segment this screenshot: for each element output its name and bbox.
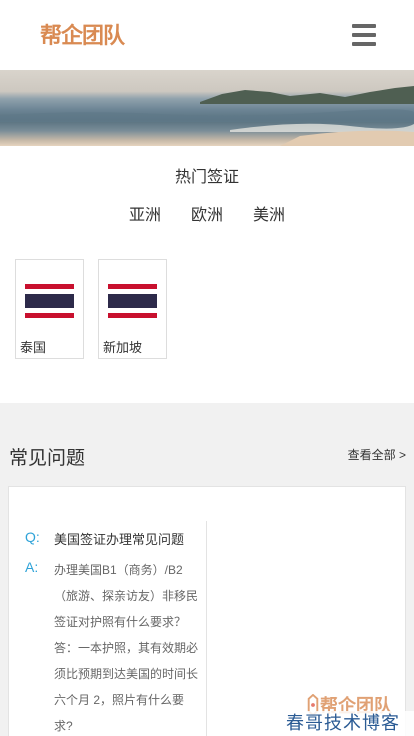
country-card-thailand[interactable]: 泰国 <box>15 259 84 359</box>
tab-europe[interactable]: 欧洲 <box>191 206 223 226</box>
hot-visa-title: 热门签证 <box>174 169 239 186</box>
question-tag: Q: <box>25 529 40 545</box>
faq-section: 常见问题 查看全部 > Q: 美国签证办理常见问题 A: 办理美国B1（商务）/… <box>0 403 414 736</box>
watermark-text: 春哥技术博客 <box>272 711 414 736</box>
faq-divider <box>206 521 207 736</box>
region-tabs: 亚洲 欧洲 美洲 <box>0 206 414 226</box>
faq-question[interactable]: 美国签证办理常见问题 <box>54 529 184 548</box>
country-cards: 泰国 新加坡 <box>15 259 167 359</box>
tab-americas[interactable]: 美洲 <box>253 206 285 226</box>
faq-answer: 办理美国B1（商务）/B2（旅游、探亲访友）非移民签证对护照有什么要求？ 答：一… <box>54 563 199 733</box>
banner-image <box>0 70 414 146</box>
view-all-link[interactable]: 查看全部 > <box>348 446 406 463</box>
beach-landscape-image <box>0 86 414 146</box>
tab-asia[interactable]: 亚洲 <box>129 206 161 226</box>
watermark: 帮企团队 春哥技术博客 <box>272 690 414 736</box>
faq-title: 常见问题 <box>9 448 86 469</box>
country-name: 泰国 <box>20 340 47 355</box>
thailand-flag-icon <box>25 284 74 318</box>
hamburger-menu-icon[interactable] <box>352 24 376 46</box>
answer-tag: A: <box>25 559 39 575</box>
logo-text: 帮企团队 <box>40 23 125 49</box>
thailand-flag-icon <box>108 284 157 318</box>
country-name: 新加坡 <box>103 340 143 355</box>
logo[interactable]: 帮企团队 <box>38 8 125 60</box>
header: 帮企团队 <box>0 0 414 70</box>
country-card-singapore[interactable]: 新加坡 <box>98 259 167 359</box>
